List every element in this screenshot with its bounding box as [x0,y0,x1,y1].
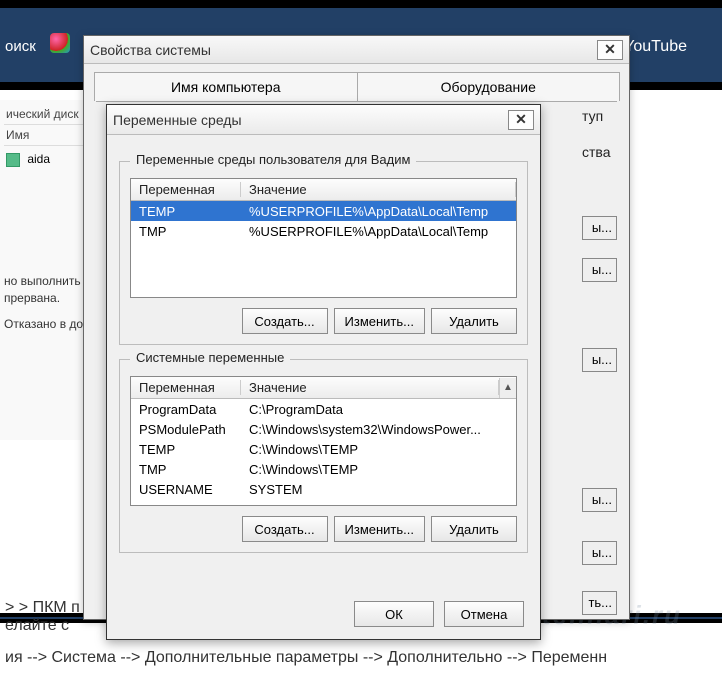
dialog-buttons: ОК Отмена [354,601,524,627]
system-properties-titlebar[interactable]: Свойства системы ✕ [84,36,629,64]
cell-value: C:\Windows\system32\WindowsPower... [241,422,516,437]
table-row[interactable]: TEMP%USERPROFILE%\AppData\Local\Temp [131,201,516,221]
sys-delete-button[interactable]: Удалить [431,516,517,542]
sys-vars-group: Системные переменные Переменная Значение… [119,359,528,553]
sys-vars-buttons: Создать... Изменить... Удалить [130,516,517,542]
tab-computer-name[interactable]: Имя компьютера [94,72,358,101]
file-icon [6,153,20,167]
user-vars-list[interactable]: Переменная Значение TEMP%USERPROFILE%\Ap… [130,178,517,298]
cell-value: %USERPROFILE%\AppData\Local\Temp [241,204,516,219]
user-edit-button[interactable]: Изменить... [334,308,425,334]
cell-value: SYSTEM [241,482,516,497]
list-header: Переменная Значение [131,179,516,201]
system-properties-title: Свойства системы [90,42,597,58]
tab-hardware[interactable]: Оборудование [357,72,621,101]
sys-create-button[interactable]: Создать... [242,516,328,542]
env-vars-title: Переменные среды [113,112,508,128]
cell-name: ProgramData [131,402,241,417]
table-row[interactable]: TMPC:\Windows\TEMP [131,459,516,479]
cell-value: %USERPROFILE%\AppData\Local\Temp [241,224,516,239]
sys-vars-list[interactable]: Переменная Значение ▲ ProgramDataC:\Prog… [130,376,517,506]
remnant-text: ства [582,144,617,160]
sys-edit-button[interactable]: Изменить... [334,516,425,542]
remnant-button-2[interactable]: ы... [582,258,617,282]
search-fragment: оиск [5,38,36,55]
env-vars-dialog: Переменные среды ✕ Переменные среды поль… [106,104,541,640]
user-vars-group: Переменные среды пользователя для Вадим … [119,161,528,345]
col-name[interactable]: Переменная [131,182,241,197]
cell-name: TMP [131,224,241,239]
cell-name: USERNAME [131,482,241,497]
ok-button[interactable]: ОК [354,601,434,627]
table-row[interactable]: USERNAMESYSTEM [131,479,516,499]
table-row[interactable]: PSModulePathC:\Windows\system32\WindowsP… [131,419,516,439]
cancel-button[interactable]: Отмена [444,601,524,627]
cell-name: TEMP [131,442,241,457]
cell-name: TMP [131,462,241,477]
close-icon: ✕ [515,111,527,128]
file-label: aida [27,152,50,166]
table-row[interactable]: TEMPC:\Windows\TEMP [131,439,516,459]
remnant-button-3[interactable]: ы... [582,348,617,372]
cell-value: C:\Windows\TEMP [241,442,516,457]
table-row[interactable]: TMP%USERPROFILE%\AppData\Local\Temp [131,221,516,241]
breadcrumb-lower: ия --> Система --> Дополнительные параме… [5,649,607,667]
extension-icon[interactable] [50,33,70,53]
youtube-link[interactable]: YouTube [624,38,687,56]
col-value[interactable]: Значение [241,182,516,197]
col-value[interactable]: Значение [241,380,499,395]
table-row[interactable]: ProgramDataC:\ProgramData [131,399,516,419]
close-icon: ✕ [604,41,616,58]
cell-name: PSModulePath [131,422,241,437]
user-create-button[interactable]: Создать... [242,308,328,334]
scroll-up-icon[interactable]: ▲ [499,378,516,398]
remnant-tab-text: туп [582,108,617,124]
remnant-button-4[interactable]: ы... [582,488,617,512]
sys-vars-legend: Системные переменные [130,350,290,365]
close-button[interactable]: ✕ [597,40,623,60]
cell-name: TEMP [131,204,241,219]
col-name[interactable]: Переменная [131,380,241,395]
user-vars-buttons: Создать... Изменить... Удалить [130,308,517,334]
list-header: Переменная Значение ▲ [131,377,516,399]
cell-value: C:\ProgramData [241,402,516,417]
user-delete-button[interactable]: Удалить [431,308,517,334]
cell-value: C:\Windows\TEMP [241,462,516,477]
env-vars-titlebar[interactable]: Переменные среды ✕ [107,105,540,135]
remnant-button-5[interactable]: ы... [582,541,617,565]
remnant-button-1[interactable]: ы... [582,216,617,240]
close-button[interactable]: ✕ [508,110,534,130]
tab-strip: Имя компьютера Оборудование [84,64,629,101]
user-vars-legend: Переменные среды пользователя для Вадим [130,152,416,167]
remnant-button-6[interactable]: ть... [582,591,617,615]
